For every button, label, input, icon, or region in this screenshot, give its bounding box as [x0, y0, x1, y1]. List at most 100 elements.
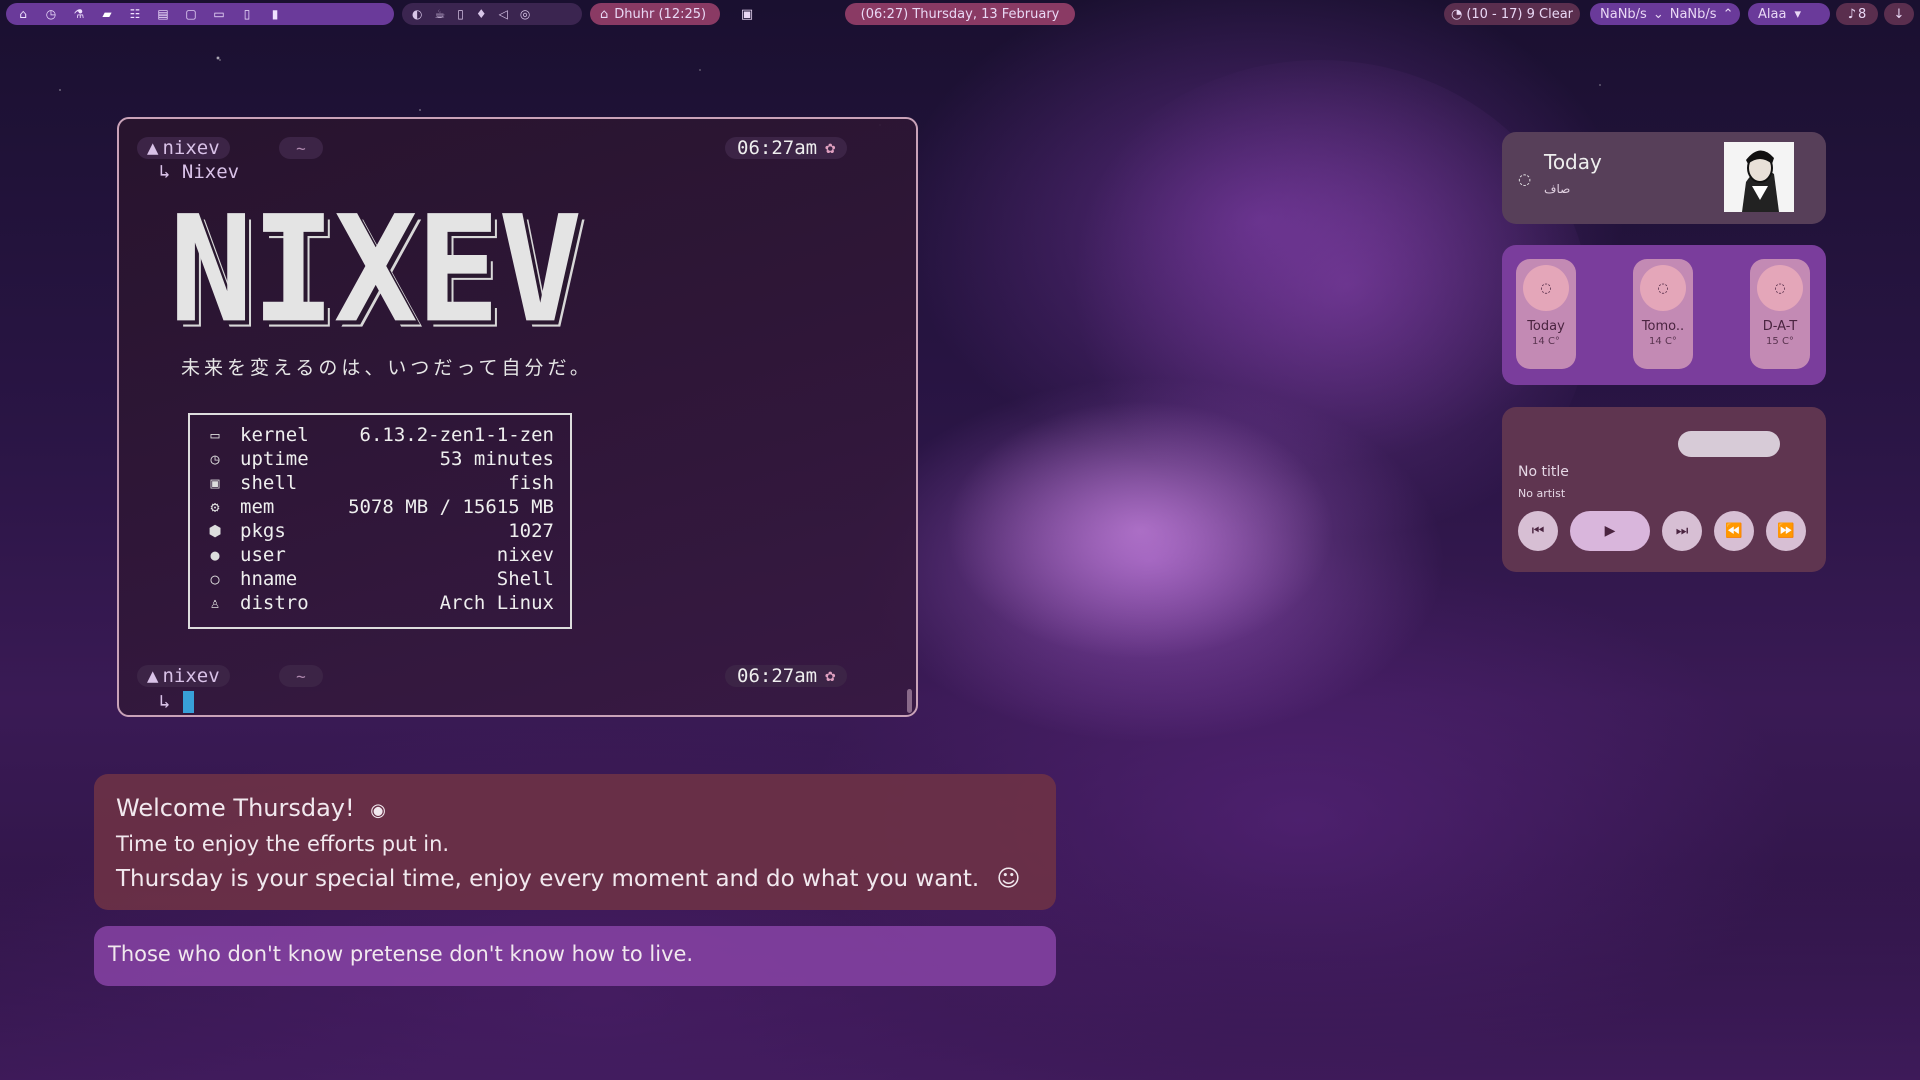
welcome-line-3-text: Thursday is your special time, enjoy eve… [116, 866, 980, 892]
info-label: user [240, 544, 286, 566]
weather-icon: ◌ [1523, 265, 1569, 311]
card-icon[interactable]: ▭ [212, 7, 226, 21]
forecast-item[interactable]: ◌ Today 14 C° [1516, 259, 1576, 369]
info-row-distro: ♙ distro Arch Linux [204, 591, 554, 615]
fast-forward-icon: ⏩ [1777, 523, 1795, 539]
notifications-pill[interactable]: ♪ 8 [1836, 3, 1878, 25]
prompt-user: ▲ nixev [137, 137, 230, 159]
forecast-day: D-A-T [1762, 319, 1798, 334]
package-icon: ⬢ [208, 522, 222, 540]
welcome-card: Welcome Thursday! ◉ Time to enjoy the ef… [94, 774, 1056, 910]
wifi-pill[interactable]: Alaa ▾ [1748, 3, 1830, 25]
info-row-hname: ○ hname Shell [204, 567, 554, 591]
clock-app-icon[interactable]: ◷ [44, 7, 58, 21]
quote-card: Those who don't know pretense don't know… [94, 926, 1056, 986]
user-icon: ● [210, 546, 220, 564]
today-title: Today [1544, 150, 1602, 174]
weather-icon: ◌ [1757, 265, 1803, 311]
power-menu-button[interactable]: ↓ [1884, 3, 1914, 25]
next-track-button[interactable]: ⏭ [1662, 511, 1702, 551]
coffee-icon[interactable]: ☕ [434, 7, 445, 21]
record-icon[interactable]: ◎ [520, 7, 530, 21]
fast-forward-button[interactable]: ⏩ [1766, 511, 1806, 551]
linux-icon: ♙ [210, 594, 220, 612]
window-icon[interactable]: ▢ [184, 7, 198, 21]
phone-icon[interactable]: ▮ [268, 7, 282, 21]
arrow-down-icon: ↓ [1893, 6, 1905, 22]
gamepad-icon: ◉ [370, 800, 386, 821]
bell-icon: ♪ [1847, 6, 1856, 22]
loading-icon: ◌ [1518, 170, 1532, 188]
home-icon[interactable]: ⌂ [16, 7, 30, 21]
prompt-user-bottom: ▲ nixev [137, 665, 230, 687]
clock-pill[interactable]: (06:27) Thursday, 13 February [845, 3, 1075, 25]
memory-icon: ⚙ [210, 498, 220, 516]
forecast-card: ◌ Today 14 C° ◌ Tomo.. 14 C° ◌ D-A-T 15 C° [1502, 245, 1826, 385]
prompt-username: nixev [162, 137, 220, 159]
host-icon: ○ [210, 570, 220, 588]
info-value: 53 minutes [439, 448, 554, 470]
forecast-temp: 15 C° [1766, 336, 1794, 347]
weather-pill[interactable]: ◔ (10 - 17) 9 Clear [1444, 3, 1580, 25]
workspace-launcher-bar: ⌂ ◷ ⚗ ▰ ☷ ▤ ▢ ▭ ▯ ▮ [6, 3, 394, 25]
avatar [1724, 142, 1794, 212]
smile-icon: ☺ [996, 866, 1021, 892]
info-value: nixev [496, 544, 554, 566]
rewind-icon: ⏪ [1725, 523, 1743, 539]
flask-icon[interactable]: ⚗ [72, 7, 86, 21]
forecast-day: Tomo.. [1641, 319, 1685, 334]
net-up-text: NaNb/s [1669, 6, 1717, 22]
overview-icon[interactable]: ▣ [736, 3, 758, 25]
info-value: 6.13.2-zen1-1-zen [359, 424, 554, 446]
weather-text: (10 - 17) 9 Clear [1466, 6, 1574, 22]
folder-icon[interactable]: ▰ [100, 7, 114, 21]
arch-icon: ▲ [147, 137, 159, 159]
return-arrow-icon: ↳ [159, 161, 171, 183]
volume-icon[interactable]: ◁ [499, 7, 508, 21]
notif-count: 8 [1858, 6, 1867, 22]
prompt-dir-text: ~ [296, 138, 306, 158]
info-label: hname [240, 568, 298, 590]
terminal-window[interactable]: ▲ nixev ~ 06:27am ✿ ↳ Nixev NIXEV 未来を変える… [117, 117, 918, 717]
previous-track-button[interactable]: ⏮ [1518, 511, 1558, 551]
media-title: No title [1518, 464, 1569, 480]
network-pill[interactable]: NaNb/s ⌄ NaNb/s ⌃ [1590, 3, 1740, 25]
laptop-icon: ▭ [210, 426, 220, 444]
microphone-icon[interactable]: ♦ [476, 7, 487, 21]
forecast-item[interactable]: ◌ Tomo.. 14 C° [1633, 259, 1693, 369]
welcome-title-text: Welcome Thursday! [116, 794, 355, 822]
prompt-subtitle: Nixev [181, 161, 240, 183]
chat-icon[interactable]: ▤ [156, 7, 170, 21]
terminal-scrollbar[interactable] [907, 689, 912, 713]
mosque-icon: ⌂ [600, 6, 609, 22]
rewind-button[interactable]: ⏪ [1714, 511, 1754, 551]
clock-icon: ◷ [210, 450, 220, 468]
brightness-icon[interactable]: ◐ [412, 7, 422, 21]
info-row-mem: ⚙ mem 5078 MB / 15615 MB [204, 495, 554, 519]
system-info-box: ▭ kernel 6.13.2-zen1-1-zen ◷ uptime 53 minute… [188, 413, 572, 629]
prompt-time-top: 06:27am ✿ [725, 137, 848, 159]
prompt-username: nixev [162, 665, 220, 687]
skip-forward-icon: ⏭ [1675, 523, 1689, 539]
prompt-subline: ↳ Nixev [159, 161, 239, 183]
forecast-temp: 14 C° [1649, 336, 1677, 347]
info-value: Arch Linux [439, 592, 554, 614]
prompt-time-bottom: 06:27am ✿ [725, 665, 848, 687]
media-artist: No artist [1518, 487, 1566, 500]
forecast-item[interactable]: ◌ D-A-T 15 C° [1750, 259, 1810, 369]
weather-icon: ◔ [1450, 6, 1463, 22]
prayer-time-pill[interactable]: ⌂ Dhuhr (12:25) [590, 3, 720, 25]
media-progress-pill[interactable] [1678, 431, 1780, 457]
prayer-time-text: Dhuhr (12:25) [614, 6, 707, 22]
play-icon: ▶ [1604, 523, 1616, 539]
apps-icon[interactable]: ☷ [128, 7, 142, 21]
play-button[interactable]: ▶ [1570, 511, 1650, 551]
arrow-down-icon: ⌄ [1652, 6, 1664, 22]
today-weather-card[interactable]: ◌ Today صاف [1502, 132, 1826, 224]
info-value: 5078 MB / 15615 MB [348, 496, 554, 518]
document-icon[interactable]: ▯ [240, 7, 254, 21]
info-value: Shell [496, 568, 554, 590]
battery-icon[interactable]: ▯ [457, 7, 464, 21]
terminal-cursor[interactable] [183, 691, 194, 713]
forecast-day: Today [1527, 319, 1565, 334]
